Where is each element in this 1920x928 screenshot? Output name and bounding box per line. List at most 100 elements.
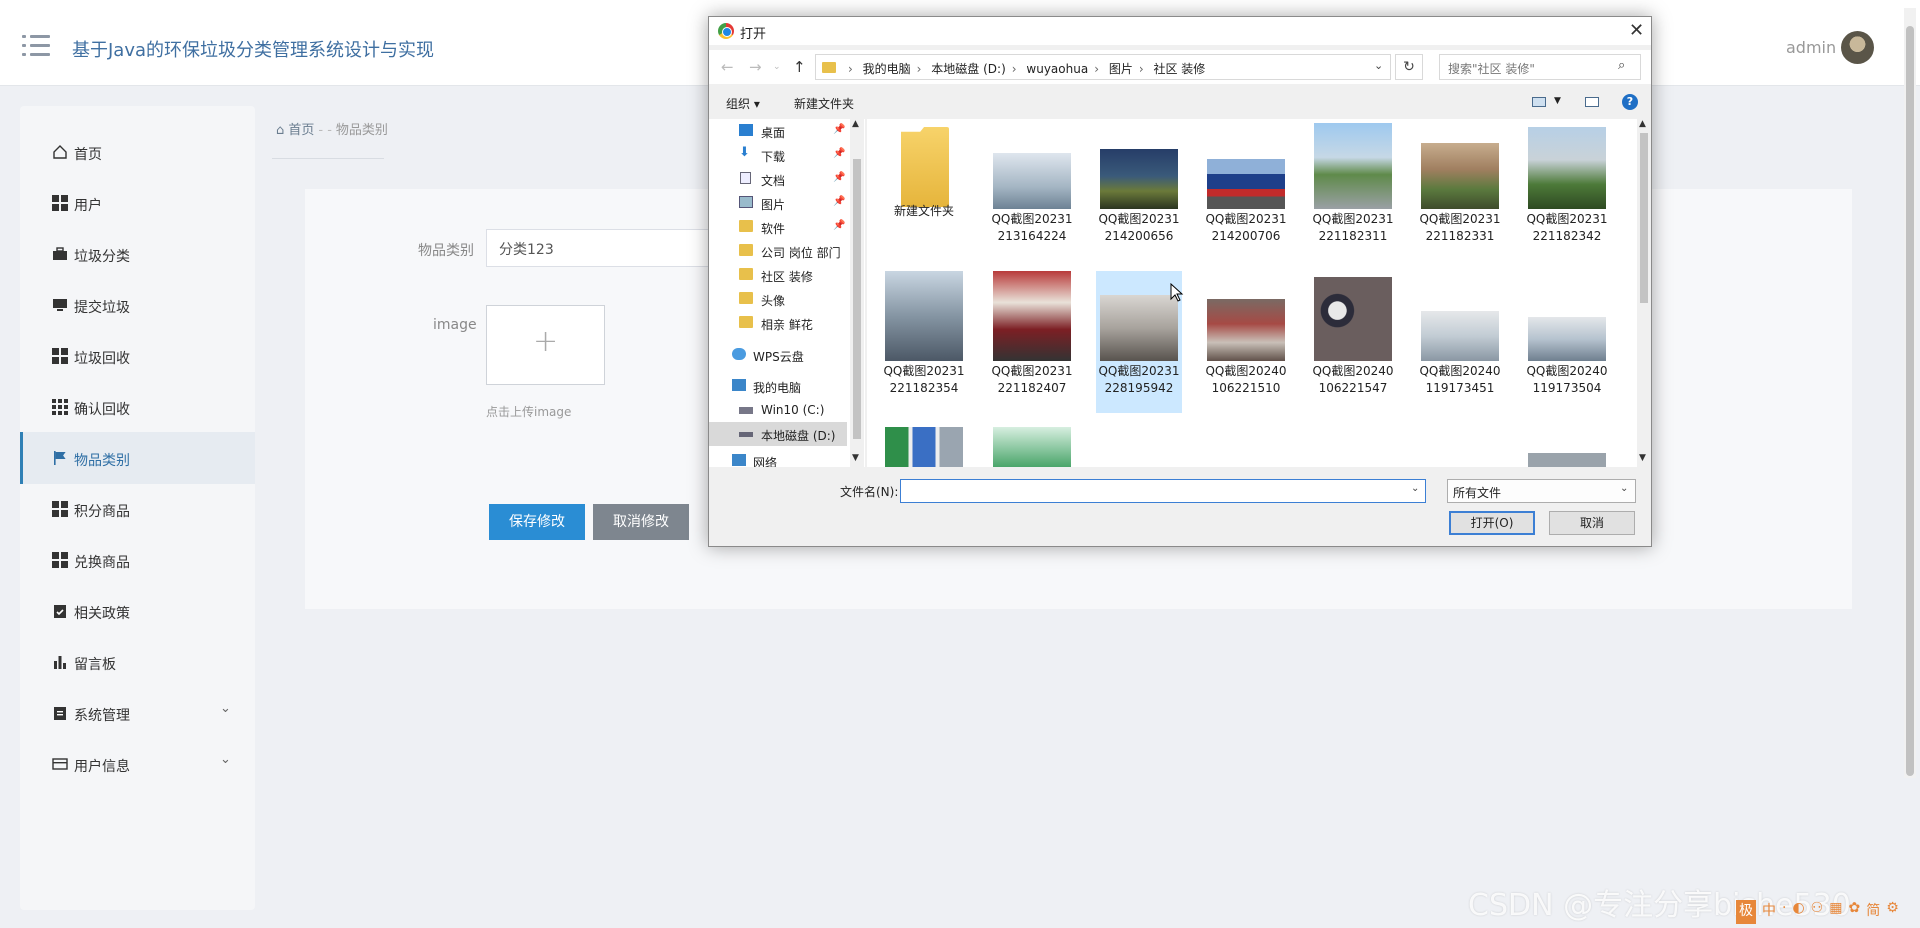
tree-item-wps-cloud[interactable]: WPS云盘 <box>709 343 847 367</box>
ime-moon-icon[interactable]: ◐ <box>1792 900 1804 924</box>
tree-item-downloads[interactable]: ⬇ 下载 📌 <box>709 143 847 167</box>
sidebar-item-policy[interactable]: 相关政策 <box>20 585 255 637</box>
file-tile[interactable]: QQ截图20231221182331 <box>1417 119 1503 261</box>
sidebar-item-message-board[interactable]: 留言板 <box>20 636 255 688</box>
ime-logo-icon[interactable]: 极 <box>1736 900 1756 924</box>
breadcrumb-home[interactable]: ⌂ 首页 <box>276 123 314 138</box>
close-icon[interactable]: ✕ <box>1629 20 1644 41</box>
chevron-down-icon[interactable]: ▼ <box>1554 96 1561 106</box>
sidebar-item-submit-garbage[interactable]: 提交垃圾 <box>20 279 255 331</box>
new-folder-button[interactable]: 新建文件夹 <box>794 95 854 112</box>
folder-tile[interactable]: 新建文件夹 <box>881 119 967 261</box>
tree-item-desktop[interactable]: 桌面 📌 <box>709 119 847 143</box>
sidebar-item-system-management[interactable]: 系统管理 ⌄ <box>20 687 255 739</box>
scroll-up-icon[interactable]: ▲ <box>852 119 859 129</box>
breadcrumb-segment[interactable]: 本地磁盘 (D:) <box>931 62 1005 76</box>
recent-dropdown-icon[interactable]: ⌄ <box>773 62 781 72</box>
ime-keyboard-icon[interactable]: ▦ <box>1829 900 1842 924</box>
tree-item-drive-c[interactable]: Win10 (C:) <box>709 398 847 422</box>
breadcrumb-segment[interactable]: wuyaohua <box>1026 62 1088 76</box>
tree-item-documents[interactable]: 文档 📌 <box>709 167 847 191</box>
sidebar-item-item-category[interactable]: 物品类别 <box>20 432 255 484</box>
file-tile[interactable]: QQ截图20231221182311 <box>1310 119 1396 261</box>
refresh-icon[interactable]: ↻ <box>1395 54 1423 80</box>
sidebar-item-garbage-recycle[interactable]: 垃圾回收 <box>20 330 255 382</box>
file-tile[interactable]: QQ截图20231213164224 <box>989 119 1075 261</box>
avatar[interactable] <box>1841 31 1874 64</box>
file-tile[interactable]: QQ截图20240106221547 <box>1310 271 1396 413</box>
file-tile[interactable]: QQ截图20240119173451 <box>1417 271 1503 413</box>
scroll-down-icon[interactable]: ▼ <box>852 453 859 463</box>
file-tile[interactable] <box>1524 423 1610 467</box>
up-arrow-icon[interactable]: ↑ <box>793 58 806 76</box>
organize-menu[interactable]: 组织 ▾ <box>726 95 760 112</box>
tree-item-folder[interactable]: 社区 装修 <box>709 263 847 287</box>
breadcrumb-segment[interactable]: 社区 装修 <box>1153 62 1205 76</box>
tree-item-pictures[interactable]: 图片 📌 <box>709 191 847 215</box>
back-arrow-icon[interactable]: ← <box>721 58 734 76</box>
grid-icon <box>52 348 68 364</box>
sidebar-item-exchange-goods[interactable]: 兑换商品 <box>20 534 255 586</box>
file-tile[interactable] <box>881 423 967 467</box>
image-upload-box[interactable]: + <box>486 305 605 385</box>
hamburger-menu-icon[interactable] <box>22 35 50 57</box>
page-scrollbar[interactable] <box>1904 8 1916 778</box>
ime-emoji-icon[interactable]: ⚇ <box>1811 900 1824 924</box>
category-input[interactable]: 分类123 <box>486 229 716 267</box>
file-tile[interactable]: QQ截图20231214200656 <box>1096 119 1182 261</box>
file-tile[interactable] <box>989 423 1075 467</box>
file-type-select[interactable]: 所有文件 ⌄ <box>1447 479 1636 503</box>
view-mode-icon[interactable] <box>1532 97 1546 107</box>
forward-arrow-icon[interactable]: → <box>749 58 762 76</box>
chevron-down-icon[interactable]: ⌄ <box>1411 483 1419 494</box>
tree-item-folder[interactable]: 相亲 鲜花 <box>709 311 847 335</box>
image-thumbnail <box>885 271 963 361</box>
tree-item-folder[interactable]: 公司 岗位 部门 <box>709 239 847 263</box>
sidebar-item-users[interactable]: 用户 <box>20 177 255 229</box>
network-icon <box>732 454 746 466</box>
file-tile[interactable]: QQ截图20231221182407 <box>989 271 1075 413</box>
save-button[interactable]: 保存修改 <box>489 504 585 540</box>
ime-simplified-icon[interactable]: 简 <box>1866 900 1880 924</box>
dialog-titlebar[interactable]: 打开 ✕ <box>709 17 1651 45</box>
filename-input[interactable]: ⌄ <box>900 479 1426 503</box>
tree-item-drive-d[interactable]: 本地磁盘 (D:) <box>709 422 847 446</box>
sidebar-item-user-info[interactable]: 用户信息 ⌄ <box>20 738 255 790</box>
file-tile[interactable]: QQ截图20240119173504 <box>1524 271 1610 413</box>
breadcrumb-segment[interactable]: 图片 <box>1109 62 1133 76</box>
open-button[interactable]: 打开(O) <box>1449 511 1535 535</box>
pin-icon: 📌 <box>833 172 846 183</box>
username[interactable]: admin <box>1786 38 1836 57</box>
search-input[interactable]: 搜索"社区 装修" ⌕ <box>1439 54 1641 80</box>
tree-item-software[interactable]: 软件 📌 <box>709 215 847 239</box>
sidebar-item-confirm-recycle[interactable]: 确认回收 <box>20 381 255 433</box>
ime-skin-icon[interactable]: ✿ <box>1848 900 1860 924</box>
tree-item-this-pc[interactable]: 我的电脑 <box>709 374 847 398</box>
ime-settings-icon[interactable]: ⚙ <box>1886 900 1899 924</box>
file-tile[interactable]: QQ截图20231214200706 <box>1203 119 1289 261</box>
help-icon[interactable]: ? <box>1622 94 1638 110</box>
breadcrumb-home-label[interactable]: 首页 <box>288 123 314 138</box>
sidebar-item-garbage-category[interactable]: 垃圾分类 <box>20 228 255 280</box>
ime-mode-icon[interactable]: 中 <box>1762 900 1776 924</box>
scroll-up-icon[interactable]: ▲ <box>1639 119 1646 129</box>
file-tile[interactable]: QQ截图20231221182354 <box>881 271 967 413</box>
file-tile[interactable]: QQ截图20240106221510 <box>1203 271 1289 413</box>
scroll-down-icon[interactable]: ▼ <box>1639 453 1646 463</box>
folder-icon <box>739 244 753 256</box>
file-grid-scrollbar[interactable]: ▲ ▼ <box>1637 119 1651 467</box>
dialog-cancel-button[interactable]: 取消 <box>1549 511 1635 535</box>
tree-item-network[interactable]: 网络 <box>709 449 847 467</box>
tree-item-folder[interactable]: 头像 <box>709 287 847 311</box>
preview-pane-icon[interactable] <box>1585 97 1599 107</box>
breadcrumb-segment[interactable]: 我的电脑 <box>863 62 911 76</box>
sidebar-item-points-goods[interactable]: 积分商品 <box>20 483 255 535</box>
cancel-button[interactable]: 取消修改 <box>593 504 689 540</box>
file-tile[interactable]: QQ截图20231221182342 <box>1524 119 1610 261</box>
tree-scrollbar[interactable]: ▲ ▼ <box>850 119 864 467</box>
ime-punct-icon[interactable]: · <box>1782 900 1786 924</box>
ime-toolbar[interactable]: 极 中 · ◐ ⚇ ▦ ✿ 简 ⚙ <box>1736 900 1914 924</box>
chevron-down-icon[interactable]: ⌄ <box>1374 59 1383 72</box>
address-bar[interactable]: › 我的电脑 › 本地磁盘 (D:) › wuyaohua › 图片 › 社区 装修 ⌄ <box>815 54 1391 80</box>
sidebar-item-home[interactable]: 首页 <box>20 126 255 178</box>
